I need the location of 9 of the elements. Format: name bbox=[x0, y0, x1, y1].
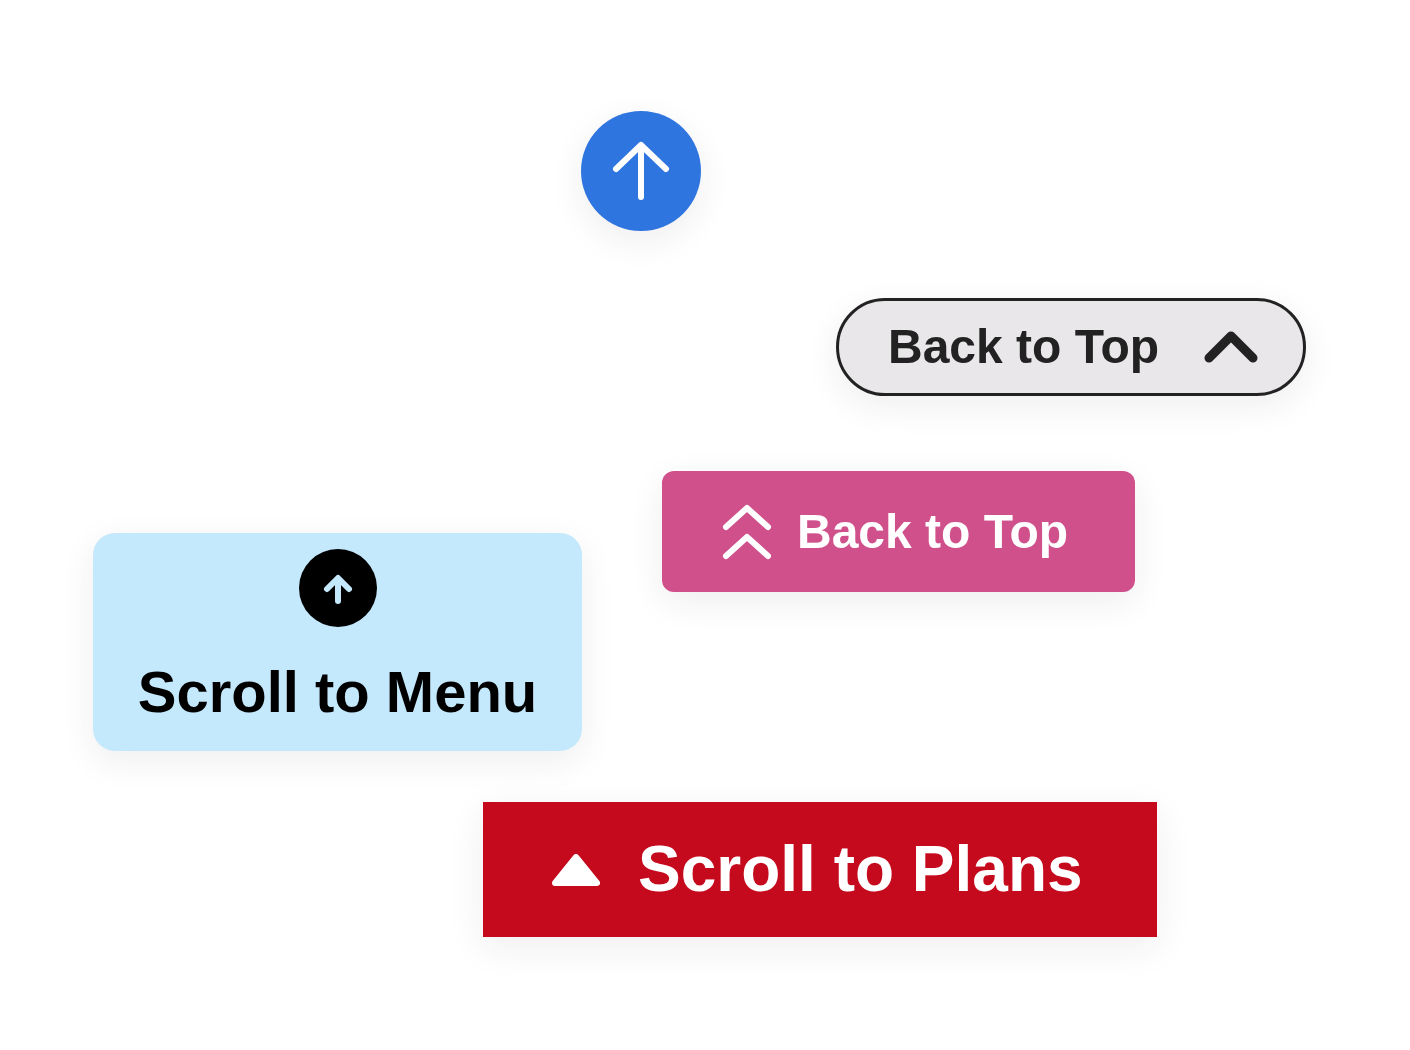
triangle-up-icon bbox=[552, 853, 600, 886]
arrow-up-icon bbox=[611, 141, 671, 201]
chevron-up-icon bbox=[1204, 331, 1258, 363]
back-to-top-button[interactable]: Back to Top bbox=[662, 471, 1135, 592]
back-to-top-button[interactable]: Back to Top bbox=[836, 298, 1306, 396]
arrow-up-circle-icon bbox=[298, 549, 377, 627]
double-chevron-up-icon bbox=[722, 503, 772, 560]
scroll-to-plans-button[interactable]: Scroll to Plans bbox=[483, 802, 1157, 937]
scroll-to-menu-button[interactable]: Scroll to Menu bbox=[93, 533, 582, 751]
